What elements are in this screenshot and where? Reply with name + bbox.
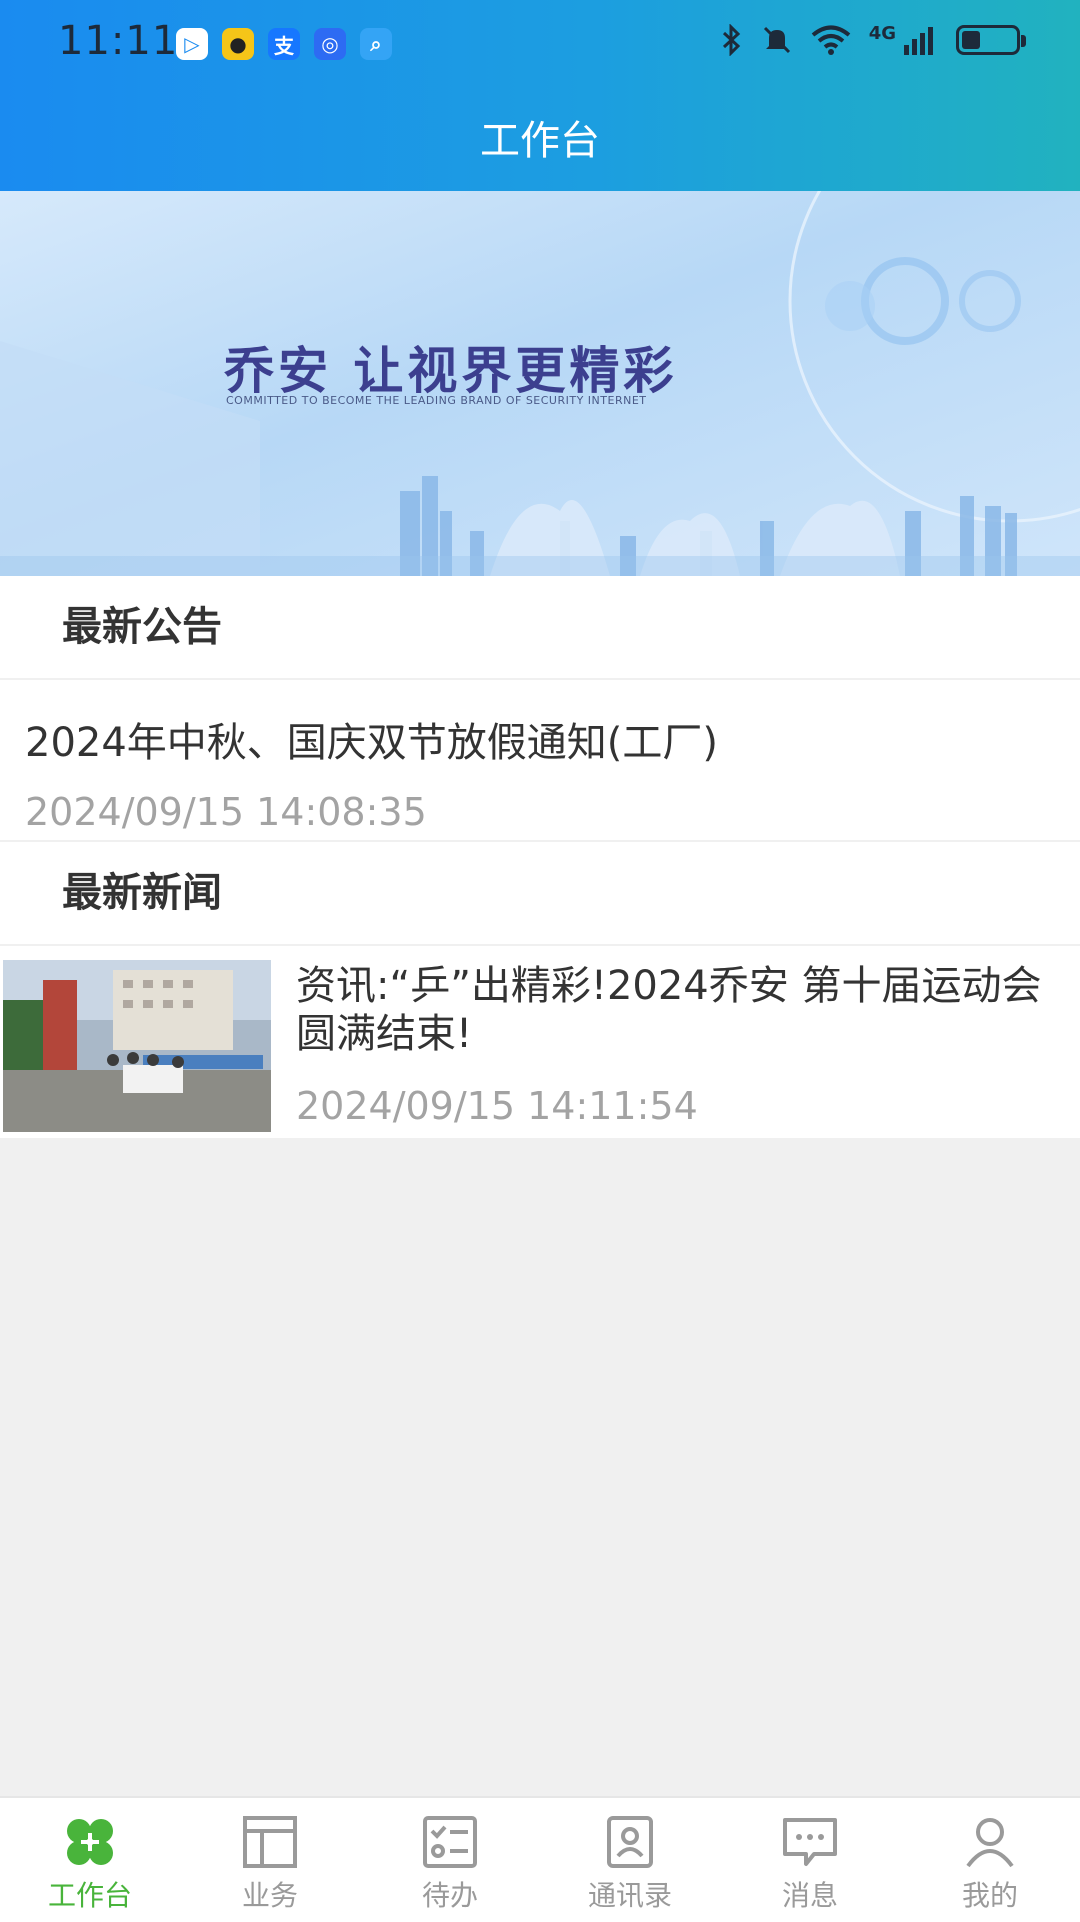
news-date: 2024/09/15 14:11:54 xyxy=(296,1084,698,1128)
mute-bell-icon xyxy=(763,26,790,54)
news-heading: 最新新闻 xyxy=(0,842,1080,944)
search-app-icon: ⌕ xyxy=(360,28,392,60)
workbench-icon xyxy=(67,1819,113,1865)
alipay-icon: 支 xyxy=(268,28,300,60)
status-time: 11:11 xyxy=(58,18,179,64)
banner-subtitle: COMMITTED TO BECOME THE LEADING BRAND OF… xyxy=(226,394,647,407)
business-icon xyxy=(243,1816,297,1868)
bluetooth-icon xyxy=(722,24,740,56)
contacts-icon xyxy=(607,1816,653,1868)
announcement-date: 2024/09/15 14:08:35 xyxy=(25,790,427,834)
page-title: 工作台 xyxy=(480,118,600,164)
todo-icon xyxy=(423,1816,477,1868)
tab-label: 待办 xyxy=(421,1879,478,1912)
banner-headline: 乔安 让视界更精彩 xyxy=(224,342,678,400)
app-header: 11:11 ▷ ● 支 ◎ ⌕ 4G 工作台 xyxy=(0,0,1080,191)
bulb-icon: ◎ xyxy=(314,28,346,60)
announcement-title: 2024年中秋、国庆双节放假通知(工厂) xyxy=(25,720,719,766)
bottom-tab-bar: 工作台 业务 待办 通讯录 消息 我的 xyxy=(0,1796,1080,1922)
tab-label: 业务 xyxy=(241,1879,298,1912)
tab-label: 我的 xyxy=(961,1879,1018,1912)
network-type: 4G xyxy=(868,22,896,44)
announcements-heading: 最新公告 xyxy=(0,576,1080,678)
tab-label: 工作台 xyxy=(47,1879,132,1912)
signal-icon xyxy=(904,27,933,55)
qq-icon: ● xyxy=(222,28,254,60)
tab-label: 消息 xyxy=(781,1879,838,1912)
system-icons: 4G xyxy=(721,22,1026,56)
announcement-item[interactable]: 2024年中秋、国庆双节放假通知(工厂) 2024/09/15 14:08:35 xyxy=(0,680,1080,840)
message-icon xyxy=(783,1818,837,1866)
tab-todo[interactable]: 待办 xyxy=(360,1798,540,1922)
news-item[interactable]: 资讯:“乒”出精彩!2024乔安 第十届运动会圆满结束! 2024/09/15 … xyxy=(0,946,1080,1138)
video-app-icon: ▷ xyxy=(176,28,208,60)
battery-icon xyxy=(956,25,1026,55)
news-thumbnail xyxy=(3,960,271,1132)
tab-label: 通讯录 xyxy=(587,1879,672,1912)
tab-workbench[interactable]: 工作台 xyxy=(0,1798,180,1922)
tab-contacts[interactable]: 通讯录 xyxy=(540,1798,720,1922)
notification-icons: ▷ ● 支 ◎ ⌕ xyxy=(176,28,392,60)
wifi-icon xyxy=(811,25,850,55)
profile-icon xyxy=(966,1818,1014,1868)
news-title: 资讯:“乒”出精彩!2024乔安 第十届运动会圆满结束! xyxy=(296,963,1042,1057)
tab-messages[interactable]: 消息 xyxy=(720,1798,900,1922)
banner[interactable]: 乔安 让视界更精彩 COMMITTED TO BECOME THE LEADIN… xyxy=(0,191,1080,576)
status-bar: 11:11 ▷ ● 支 ◎ ⌕ 4G xyxy=(0,0,1080,86)
tab-business[interactable]: 业务 xyxy=(180,1798,360,1922)
tab-profile[interactable]: 我的 xyxy=(900,1798,1080,1922)
